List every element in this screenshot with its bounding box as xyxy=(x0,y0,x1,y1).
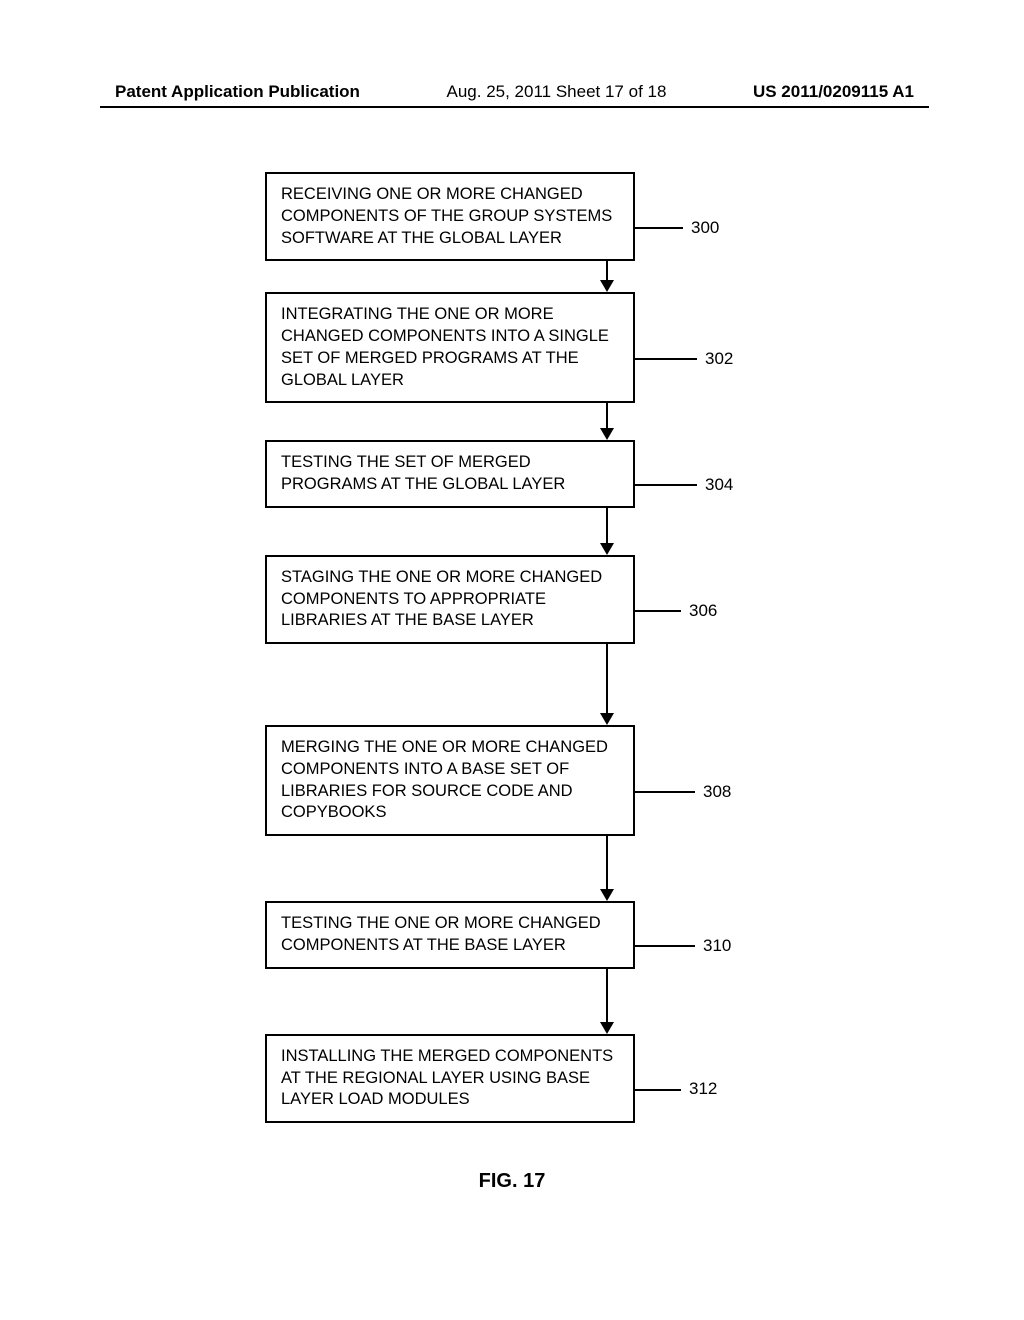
reference-number: 312 xyxy=(681,1078,717,1100)
reference-leader-line xyxy=(633,791,695,793)
reference-callout: 306 xyxy=(633,600,717,622)
reference-callout: 300 xyxy=(633,217,719,239)
reference-leader-line xyxy=(633,945,695,947)
arrow-shaft xyxy=(606,403,608,429)
flow-arrow xyxy=(448,403,765,440)
flow-arrow xyxy=(448,261,765,292)
flow-step-306: STAGING THE ONE OR MORE CHANGED COMPONEN… xyxy=(265,555,635,644)
arrow-shaft xyxy=(606,836,608,890)
reference-callout: 312 xyxy=(633,1078,717,1100)
reference-callout: 304 xyxy=(633,474,733,496)
header-rule xyxy=(100,106,929,108)
reference-leader-line xyxy=(633,358,697,360)
flow-step-text: INSTALLING THE MERGED COMPONENTS AT THE … xyxy=(281,1047,613,1109)
page-header: Patent Application Publication Aug. 25, … xyxy=(0,82,1024,102)
flow-arrow xyxy=(448,836,765,901)
header-date-sheet: Aug. 25, 2011 Sheet 17 of 18 xyxy=(447,82,667,102)
reference-number: 302 xyxy=(697,348,733,370)
flow-step-312: INSTALLING THE MERGED COMPONENTS AT THE … xyxy=(265,1034,635,1123)
flow-step-text: MERGING THE ONE OR MORE CHANGED COMPONEN… xyxy=(281,738,608,821)
arrow-down-icon xyxy=(600,280,614,292)
reference-leader-line xyxy=(633,227,683,229)
flow-step-300: RECEIVING ONE OR MORE CHANGED COMPONENTS… xyxy=(265,172,635,261)
arrow-down-icon xyxy=(600,1022,614,1034)
arrow-shaft xyxy=(606,969,608,1023)
reference-leader-line xyxy=(633,610,681,612)
flow-step-text: TESTING THE SET OF MERGED PROGRAMS AT TH… xyxy=(281,453,565,493)
arrow-shaft xyxy=(606,644,608,714)
reference-number: 304 xyxy=(697,474,733,496)
arrow-shaft xyxy=(606,508,608,544)
reference-number: 300 xyxy=(683,217,719,239)
arrow-down-icon xyxy=(600,543,614,555)
arrow-down-icon xyxy=(600,428,614,440)
reference-number: 308 xyxy=(695,781,731,803)
flow-arrow xyxy=(448,969,765,1034)
arrow-down-icon xyxy=(600,889,614,901)
header-pubnum: US 2011/0209115 A1 xyxy=(753,82,914,102)
flow-step-304: TESTING THE SET OF MERGED PROGRAMS AT TH… xyxy=(265,440,635,508)
reference-callout: 310 xyxy=(633,935,731,957)
reference-leader-line xyxy=(633,484,697,486)
flow-step-text: INTEGRATING THE ONE OR MORE CHANGED COMP… xyxy=(281,305,609,388)
flowchart: RECEIVING ONE OR MORE CHANGED COMPONENTS… xyxy=(265,172,765,1123)
flow-step-302: INTEGRATING THE ONE OR MORE CHANGED COMP… xyxy=(265,292,635,403)
reference-leader-line xyxy=(633,1089,681,1091)
header-pub: Patent Application Publication xyxy=(115,82,360,102)
flow-step-text: STAGING THE ONE OR MORE CHANGED COMPONEN… xyxy=(281,568,602,630)
arrow-down-icon xyxy=(600,713,614,725)
flow-step-text: TESTING THE ONE OR MORE CHANGED COMPONEN… xyxy=(281,914,601,954)
reference-callout: 308 xyxy=(633,781,731,803)
flow-step-text: RECEIVING ONE OR MORE CHANGED COMPONENTS… xyxy=(281,185,612,247)
reference-number: 306 xyxy=(681,600,717,622)
reference-callout: 302 xyxy=(633,348,733,370)
figure-label: FIG. 17 xyxy=(0,1170,1024,1193)
reference-number: 310 xyxy=(695,935,731,957)
flow-step-310: TESTING THE ONE OR MORE CHANGED COMPONEN… xyxy=(265,901,635,969)
flow-arrow xyxy=(448,644,765,725)
flow-step-308: MERGING THE ONE OR MORE CHANGED COMPONEN… xyxy=(265,725,635,836)
flow-arrow xyxy=(448,508,765,555)
arrow-shaft xyxy=(606,261,608,281)
